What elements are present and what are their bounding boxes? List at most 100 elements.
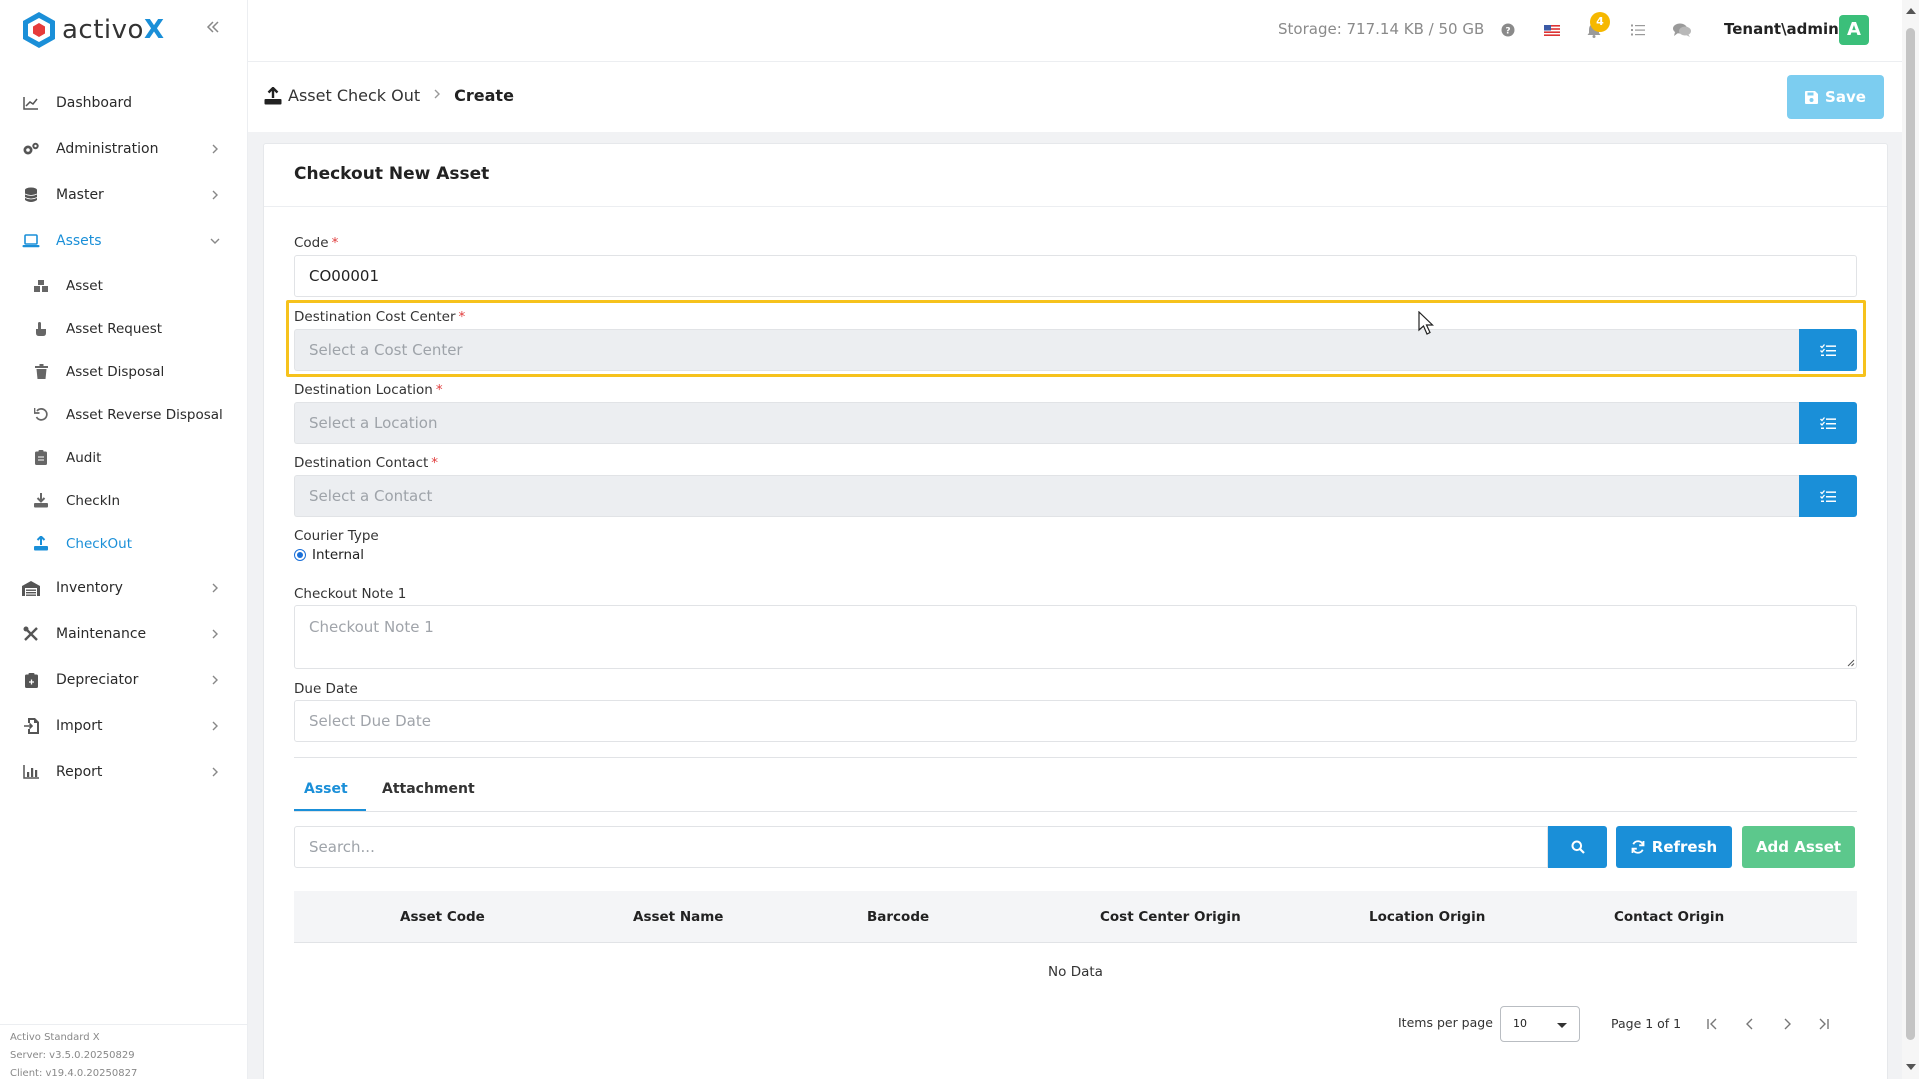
- sidebar-item-label: Depreciator: [56, 672, 139, 688]
- asset-table-header: Asset Code Asset Name Barcode Cost Cente…: [294, 891, 1857, 943]
- sidebar-item-label: Administration: [56, 141, 159, 157]
- sidebar-item-label: Report: [56, 764, 103, 780]
- required-mark: *: [458, 309, 466, 325]
- scrollbar-thumb[interactable]: [1906, 28, 1915, 1040]
- warehouse-icon: [22, 579, 40, 597]
- sidebar: activoX Dashboard Administration Master …: [0, 0, 248, 1079]
- scroll-up-icon[interactable]: [1906, 8, 1916, 14]
- first-page-icon[interactable]: [1703, 1014, 1723, 1034]
- database-icon: [22, 186, 40, 204]
- breadcrumb-current: Create: [454, 86, 514, 105]
- chart-bar-icon: [22, 763, 40, 781]
- column-header[interactable]: Location Origin: [1369, 909, 1485, 925]
- sidebar-item-label: Master: [56, 187, 104, 203]
- sidebar-subitem-checkout[interactable]: CheckOut: [0, 522, 248, 565]
- column-header[interactable]: Contact Origin: [1614, 909, 1724, 925]
- resize-handle-icon[interactable]: [1847, 659, 1855, 667]
- chevron-right-icon: [212, 144, 218, 154]
- chevron-right-icon: [212, 583, 218, 593]
- page-scrollbar[interactable]: [1902, 0, 1919, 1079]
- empty-table-message: No Data: [1048, 964, 1103, 980]
- contact-placeholder[interactable]: Select a Contact: [294, 475, 1799, 517]
- column-header[interactable]: Barcode: [867, 909, 929, 925]
- location-lookup-button[interactable]: [1799, 402, 1857, 444]
- floppy-disk-icon: [1805, 90, 1819, 104]
- clipboard-icon: [32, 449, 50, 467]
- cost-center-label: Destination Cost Center *: [294, 309, 466, 325]
- last-page-icon[interactable]: [1813, 1014, 1833, 1034]
- help-icon[interactable]: ?: [1498, 20, 1518, 40]
- scroll-down-icon[interactable]: [1906, 1064, 1916, 1070]
- sidebar-item-label: CheckOut: [66, 535, 133, 552]
- refresh-button[interactable]: Refresh: [1616, 826, 1732, 868]
- svg-text:?: ?: [1505, 27, 1510, 37]
- version-info: Activo Standard X Server: v3.5.0.2025082…: [0, 1024, 248, 1079]
- task-list-icon[interactable]: [1628, 20, 1648, 40]
- logo[interactable]: activoX: [22, 10, 165, 50]
- column-header[interactable]: Asset Code: [400, 909, 485, 925]
- asset-search-input[interactable]: [294, 826, 1548, 868]
- code-input[interactable]: [294, 255, 1857, 297]
- courier-internal-label[interactable]: Internal: [312, 547, 364, 563]
- sidebar-item-label: Inventory: [56, 580, 123, 596]
- sidebar-item-assets[interactable]: Assets: [0, 218, 248, 264]
- contact-lookup-button[interactable]: [1799, 475, 1857, 517]
- breadcrumb-parent[interactable]: Asset Check Out: [288, 86, 420, 105]
- cost-center-select[interactable]: Select a Cost Center: [294, 329, 1857, 371]
- add-asset-button[interactable]: Add Asset: [1742, 826, 1855, 868]
- form-title: Checkout New Asset: [294, 164, 490, 184]
- previous-page-icon[interactable]: [1740, 1014, 1760, 1034]
- location-placeholder[interactable]: Select a Location: [294, 402, 1799, 444]
- logo-text: activoX: [62, 15, 165, 45]
- location-select[interactable]: Select a Location: [294, 402, 1857, 444]
- chat-icon[interactable]: [1672, 20, 1692, 40]
- sidebar-item-label: Asset Reverse Disposal: [66, 406, 223, 423]
- tab-asset[interactable]: Asset: [304, 781, 348, 797]
- sidebar-item-maintenance[interactable]: Maintenance: [0, 611, 248, 657]
- checkout-form-card: Checkout New Asset Code* Destination Cos…: [263, 143, 1888, 1079]
- items-per-page-select[interactable]: 10: [1500, 1006, 1580, 1042]
- sidebar-subitem-asset-request[interactable]: Asset Request: [0, 307, 248, 350]
- sidebar-item-report[interactable]: Report: [0, 749, 248, 795]
- user-name[interactable]: Tenant\admin: [1724, 20, 1839, 38]
- sidebar-item-inventory[interactable]: Inventory: [0, 565, 248, 611]
- contact-select[interactable]: Select a Contact: [294, 475, 1857, 517]
- chevron-right-icon: [212, 675, 218, 685]
- sidebar-item-master[interactable]: Master: [0, 172, 248, 218]
- breadcrumb: Asset Check Out Create: [264, 86, 514, 105]
- server-version: Server: v3.5.0.20250829: [10, 1050, 135, 1061]
- us-flag-icon[interactable]: [1542, 20, 1562, 40]
- cost-center-lookup-button[interactable]: [1799, 329, 1857, 371]
- due-date-input[interactable]: [294, 700, 1857, 742]
- page-info: Page 1 of 1: [1611, 1016, 1682, 1031]
- sidebar-item-import[interactable]: Import: [0, 703, 248, 749]
- hand-pointer-icon: [32, 320, 50, 338]
- sidebar-subitem-audit[interactable]: Audit: [0, 436, 248, 479]
- sidebar-item-label: Import: [56, 718, 103, 734]
- collapse-sidebar-icon[interactable]: [204, 18, 224, 38]
- column-header[interactable]: Asset Name: [633, 909, 723, 925]
- logo-hex-icon: [23, 12, 55, 48]
- next-page-icon[interactable]: [1777, 1014, 1797, 1034]
- avatar[interactable]: A: [1839, 15, 1869, 45]
- sidebar-subitem-asset-disposal[interactable]: Asset Disposal: [0, 350, 248, 393]
- sidebar-item-administration[interactable]: Administration: [0, 126, 248, 172]
- column-header[interactable]: Cost Center Origin: [1100, 909, 1241, 925]
- search-button[interactable]: [1548, 826, 1607, 868]
- courier-internal-radio[interactable]: [294, 549, 306, 561]
- sidebar-item-dashboard[interactable]: Dashboard: [0, 80, 248, 126]
- tabs-border: [294, 811, 1857, 812]
- cost-center-placeholder[interactable]: Select a Cost Center: [294, 329, 1799, 371]
- sidebar-subitem-asset[interactable]: Asset: [0, 264, 248, 307]
- client-version: Client: v19.4.0.20250827: [10, 1068, 138, 1079]
- checkout-note-textarea[interactable]: [294, 605, 1857, 669]
- code-label: Code *: [294, 235, 339, 251]
- save-button[interactable]: Save: [1787, 75, 1884, 119]
- file-import-icon: [22, 717, 40, 735]
- sidebar-subitem-asset-reverse-disposal[interactable]: Asset Reverse Disposal: [0, 393, 248, 436]
- required-mark: *: [331, 235, 339, 251]
- sidebar-subitem-checkin[interactable]: CheckIn: [0, 479, 248, 522]
- tab-attachment[interactable]: Attachment: [382, 781, 475, 797]
- sidebar-item-depreciator[interactable]: Depreciator: [0, 657, 248, 703]
- calculator-icon: [22, 671, 40, 689]
